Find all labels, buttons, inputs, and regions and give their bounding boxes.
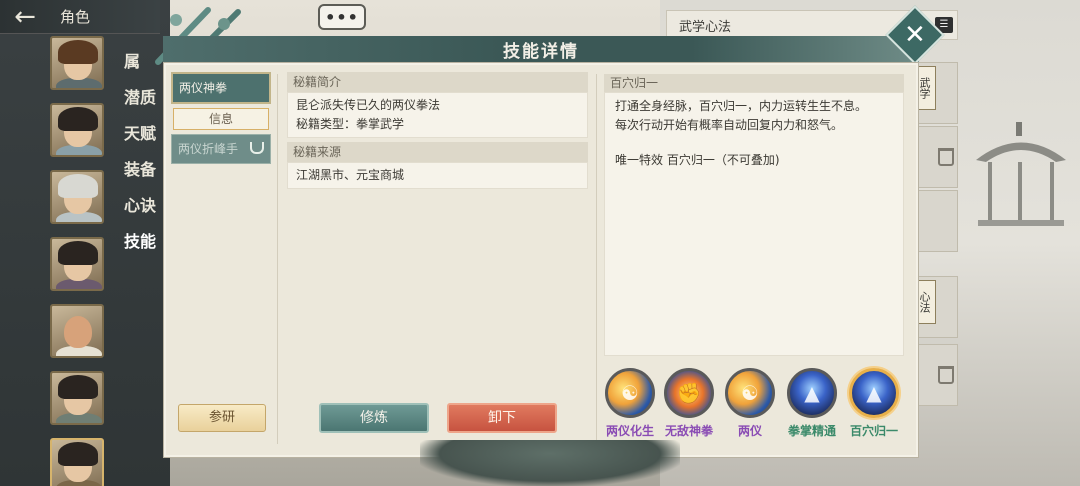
character-portrait-5[interactable] bbox=[50, 304, 104, 358]
meditation-icon: ▲ bbox=[787, 368, 837, 418]
trash-icon[interactable] bbox=[938, 148, 954, 166]
taiji-icon-2: ☯ bbox=[725, 368, 775, 418]
character-portrait-2[interactable] bbox=[50, 103, 104, 157]
tab-info[interactable]: 信息 bbox=[173, 108, 269, 130]
menu-item-mind-art[interactable]: 心诀 bbox=[124, 188, 164, 224]
pavilion-illustration bbox=[976, 122, 1066, 226]
tab-skill-second-label: 两仪折峰手 bbox=[178, 142, 239, 156]
menu-item-talent[interactable]: 天赋 bbox=[124, 116, 164, 152]
character-portrait-3[interactable] bbox=[50, 170, 104, 224]
intro-line-1: 昆仑派失传已久的两仪拳法 bbox=[296, 98, 441, 112]
source-heading: 秘籍来源 bbox=[287, 142, 588, 162]
unload-button[interactable]: 卸下 bbox=[447, 403, 557, 433]
intro-heading: 秘籍简介 bbox=[287, 72, 588, 92]
character-portrait-list bbox=[50, 36, 106, 486]
intro-section: 秘籍简介 昆仑派失传已久的两仪拳法 秘籍类型：拳掌武学 bbox=[287, 72, 588, 138]
menu-item-equipment[interactable]: 装备 bbox=[124, 152, 164, 188]
skill-label-4: 拳掌精通 bbox=[787, 424, 836, 438]
skill-item-5[interactable]: ▲ 百穴归一 bbox=[844, 368, 904, 439]
skill-item-4[interactable]: ▲ 拳掌精通 bbox=[782, 368, 842, 439]
side-menu: 属 潜质 天赋 装备 心诀 技能 bbox=[124, 44, 164, 260]
back-bar[interactable]: ← 角色 bbox=[0, 0, 160, 34]
description-heading: 百穴归一 bbox=[604, 74, 904, 92]
description-line-2: 每次行动开始有概率自动回复内力和怒气。 bbox=[615, 118, 844, 132]
character-portrait-7[interactable] bbox=[50, 438, 104, 486]
divider-2 bbox=[596, 74, 597, 444]
skill-tab-column: 两仪神拳 信息 两仪折峰手 bbox=[171, 72, 271, 164]
character-portrait-1[interactable] bbox=[50, 36, 104, 90]
description-line-3: 唯一特效 百穴归一（不可叠加) bbox=[615, 153, 780, 167]
back-title: 角色 bbox=[60, 8, 91, 26]
fist-icon: ✊ bbox=[664, 368, 714, 418]
divider bbox=[277, 74, 278, 444]
tab-skill-second[interactable]: 两仪折峰手 bbox=[171, 134, 271, 164]
intro-line-2: 秘籍类型：拳掌武学 bbox=[296, 117, 405, 131]
skill-label-5: 百穴归一 bbox=[849, 424, 898, 438]
character-portrait-6[interactable] bbox=[50, 371, 104, 425]
skill-item-3[interactable]: ☯ 两仪 bbox=[720, 368, 780, 439]
trash-icon-2[interactable] bbox=[938, 366, 954, 384]
source-line-1: 江湖黑市、元宝商城 bbox=[296, 168, 405, 182]
skill-item-1[interactable]: ☯ 两仪化生 bbox=[600, 368, 660, 439]
passive-skill-list: ☯ 两仪化生 ✊ 无敌神拳 ☯ 两仪 ▲ 拳掌精通 ▲ 百穴归一 bbox=[600, 368, 906, 448]
study-button[interactable]: 参研 bbox=[178, 404, 266, 432]
intro-body: 昆仑派失传已久的两仪拳法 秘籍类型：拳掌武学 bbox=[287, 92, 588, 138]
character-portrait-4[interactable] bbox=[50, 237, 104, 291]
back-arrow-icon[interactable]: ← bbox=[0, 0, 50, 34]
skill-label-1: 两仪化生 bbox=[605, 424, 654, 438]
modal-title: 技能详情 bbox=[503, 41, 579, 62]
source-section: 秘籍来源 江湖黑市、元宝商城 bbox=[287, 142, 588, 189]
meditation-icon-2: ▲ bbox=[849, 368, 899, 418]
skill-item-2[interactable]: ✊ 无敌神拳 bbox=[659, 368, 719, 439]
description-box: 打通全身经脉，百穴归一，内力运转生生不息。 每次行动开始有概率自动回复内力和怒气… bbox=[604, 92, 904, 356]
source-body: 江湖黑市、元宝商城 bbox=[287, 162, 588, 189]
taiji-icon: ☯ bbox=[605, 368, 655, 418]
bowl-icon bbox=[250, 142, 264, 154]
skill-label-2: 无敌神拳 bbox=[664, 424, 713, 438]
close-icon: ✕ bbox=[904, 19, 926, 50]
skill-label-3: 两仪 bbox=[737, 424, 762, 438]
menu-item-skills[interactable]: 技能 bbox=[124, 224, 164, 260]
train-button[interactable]: 修炼 bbox=[319, 403, 429, 433]
character-figure-shadow bbox=[420, 440, 680, 486]
modal-header: 技能详情 bbox=[163, 36, 919, 64]
menu-item-potential[interactable]: 潜质 bbox=[124, 80, 164, 116]
tab-skill-main[interactable]: 两仪神拳 bbox=[171, 72, 271, 104]
chat-button[interactable]: ••• bbox=[318, 4, 366, 30]
description-gap bbox=[615, 135, 893, 151]
description-line-1: 打通全身经脉，百穴归一，内力运转生生不息。 bbox=[615, 99, 868, 113]
right-panel-title: 武学心法 bbox=[679, 19, 732, 35]
